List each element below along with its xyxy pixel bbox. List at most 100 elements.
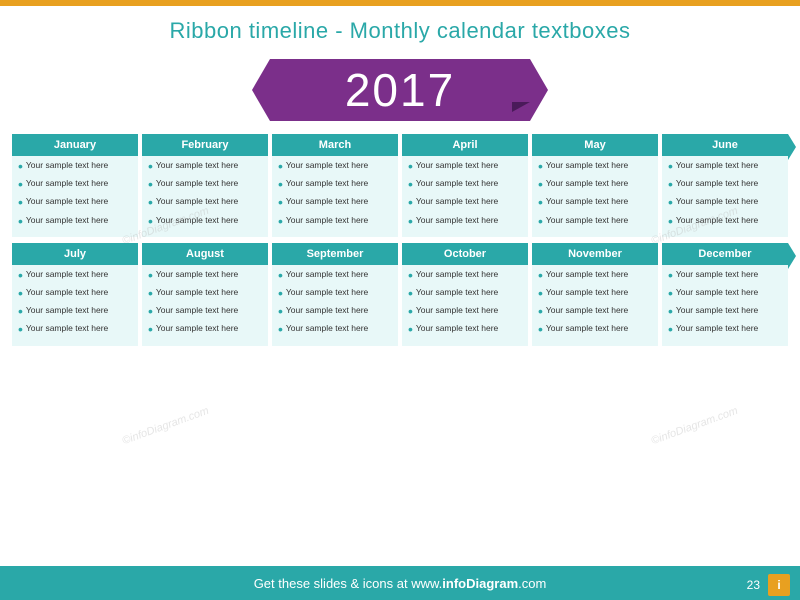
info-icon: i — [768, 574, 790, 596]
bullet-icon: • — [18, 266, 23, 284]
watermark-left2: ©infoDiagram.com — [121, 405, 211, 447]
bullet-text: Your sample text here — [156, 178, 238, 189]
list-item: •Your sample text here — [148, 215, 262, 230]
month-header-september: September — [272, 243, 398, 265]
bullet-text: Your sample text here — [26, 160, 108, 171]
ribbon-banner: 2017 — [270, 59, 530, 121]
bullet-text: Your sample text here — [676, 196, 758, 207]
bullet-text: Your sample text here — [156, 287, 238, 298]
list-item: •Your sample text here — [538, 305, 652, 320]
month-block-october: October•Your sample text here•Your sampl… — [402, 243, 528, 346]
month-header-october: October — [402, 243, 528, 265]
bullet-icon: • — [278, 266, 283, 284]
list-item: •Your sample text here — [408, 196, 522, 211]
bullet-text: Your sample text here — [286, 160, 368, 171]
bullet-text: Your sample text here — [26, 196, 108, 207]
list-item: •Your sample text here — [668, 160, 782, 175]
list-item: •Your sample text here — [538, 287, 652, 302]
bullet-text: Your sample text here — [546, 215, 628, 226]
month-body-february: •Your sample text here•Your sample text … — [142, 156, 268, 237]
bullet-icon: • — [668, 157, 673, 175]
list-item: •Your sample text here — [148, 178, 262, 193]
list-item: •Your sample text here — [668, 178, 782, 193]
bullet-text: Your sample text here — [286, 215, 368, 226]
bullet-text: Your sample text here — [546, 305, 628, 316]
bullet-icon: • — [278, 212, 283, 230]
bullet-text: Your sample text here — [676, 305, 758, 316]
bullet-text: Your sample text here — [286, 323, 368, 334]
bullet-icon: • — [408, 212, 413, 230]
month-body-august: •Your sample text here•Your sample text … — [142, 265, 268, 346]
bullet-text: Your sample text here — [156, 160, 238, 171]
footer-brand: infoDiagram — [442, 576, 518, 591]
bullet-icon: • — [148, 212, 153, 230]
list-item: •Your sample text here — [278, 215, 392, 230]
list-item: •Your sample text here — [668, 269, 782, 284]
bullet-icon: • — [18, 284, 23, 302]
bullet-icon: • — [18, 212, 23, 230]
ribbon-area: 2017 — [0, 50, 800, 130]
ribbon-right-tail — [512, 102, 530, 112]
bullet-text: Your sample text here — [156, 196, 238, 207]
list-item: •Your sample text here — [668, 305, 782, 320]
bullet-text: Your sample text here — [676, 323, 758, 334]
list-item: •Your sample text here — [538, 323, 652, 338]
bullet-icon: • — [538, 193, 543, 211]
month-body-september: •Your sample text here•Your sample text … — [272, 265, 398, 346]
month-body-april: •Your sample text here•Your sample text … — [402, 156, 528, 237]
month-block-june: June•Your sample text here•Your sample t… — [662, 134, 788, 237]
bullet-icon: • — [538, 284, 543, 302]
bullet-icon: • — [408, 193, 413, 211]
bullet-icon: • — [148, 266, 153, 284]
month-body-november: •Your sample text here•Your sample text … — [532, 265, 658, 346]
bullet-text: Your sample text here — [416, 215, 498, 226]
list-item: •Your sample text here — [668, 323, 782, 338]
bullet-text: Your sample text here — [416, 287, 498, 298]
list-item: •Your sample text here — [278, 269, 392, 284]
bullet-text: Your sample text here — [156, 215, 238, 226]
watermark-right2: ©infoDiagram.com — [649, 405, 739, 447]
list-item: •Your sample text here — [278, 160, 392, 175]
list-item: •Your sample text here — [278, 287, 392, 302]
bullet-text: Your sample text here — [546, 160, 628, 171]
bullet-icon: • — [538, 320, 543, 338]
list-item: •Your sample text here — [668, 287, 782, 302]
month-header-january: January — [12, 134, 138, 156]
bullet-text: Your sample text here — [416, 160, 498, 171]
month-block-january: January•Your sample text here•Your sampl… — [12, 134, 138, 237]
bullet-text: Your sample text here — [26, 269, 108, 280]
bullet-text: Your sample text here — [286, 178, 368, 189]
list-item: •Your sample text here — [18, 287, 132, 302]
bullet-icon: • — [278, 284, 283, 302]
month-header-april: April — [402, 134, 528, 156]
bullet-text: Your sample text here — [546, 178, 628, 189]
bullet-icon: • — [668, 320, 673, 338]
bullet-icon: • — [148, 284, 153, 302]
bullet-icon: • — [18, 157, 23, 175]
bullet-text: Your sample text here — [546, 196, 628, 207]
bullet-icon: • — [668, 302, 673, 320]
bullet-text: Your sample text here — [676, 287, 758, 298]
month-row-1: January•Your sample text here•Your sampl… — [12, 134, 788, 237]
bullet-icon: • — [18, 320, 23, 338]
month-body-july: •Your sample text here•Your sample text … — [12, 265, 138, 346]
list-item: •Your sample text here — [148, 287, 262, 302]
bullet-icon: • — [278, 302, 283, 320]
month-header-may: May — [532, 134, 658, 156]
calendar-section: January•Your sample text here•Your sampl… — [0, 134, 800, 346]
list-item: •Your sample text here — [18, 178, 132, 193]
bottom-footer: Get these slides & icons at www. infoDia… — [0, 566, 800, 600]
bullet-text: Your sample text here — [546, 287, 628, 298]
list-item: •Your sample text here — [408, 178, 522, 193]
bullet-text: Your sample text here — [546, 323, 628, 334]
bullet-text: Your sample text here — [26, 305, 108, 316]
bullet-icon: • — [148, 193, 153, 211]
month-body-october: •Your sample text here•Your sample text … — [402, 265, 528, 346]
list-item: •Your sample text here — [278, 196, 392, 211]
bullet-icon: • — [668, 212, 673, 230]
list-item: •Your sample text here — [668, 196, 782, 211]
bullet-icon: • — [668, 284, 673, 302]
bullet-icon: • — [148, 157, 153, 175]
bullet-icon: • — [408, 284, 413, 302]
bullet-icon: • — [538, 212, 543, 230]
